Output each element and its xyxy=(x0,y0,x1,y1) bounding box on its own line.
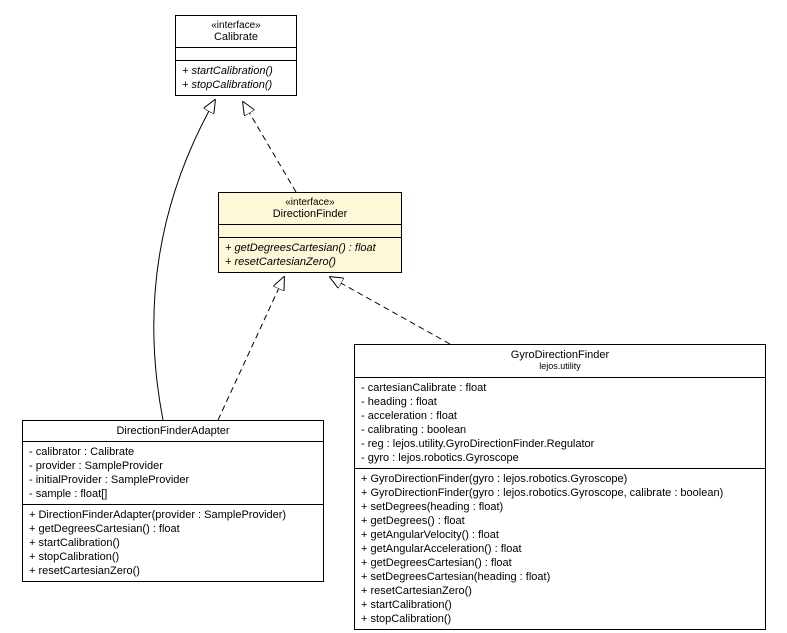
class-gyrodirectionfinder[interactable]: GyroDirectionFinderlejos.utility - carte… xyxy=(354,344,766,630)
attributes: - cartesianCalibrate : float- heading : … xyxy=(355,378,765,469)
class-directionfinder[interactable]: «interface»DirectionFinder + getDegreesC… xyxy=(218,192,402,273)
class-name: DirectionFinder xyxy=(225,208,395,220)
operations: + GyroDirectionFinder(gyro : lejos.robot… xyxy=(355,469,765,629)
class-calibrate[interactable]: «interface»Calibrate + startCalibration(… xyxy=(175,15,297,96)
class-name: Calibrate xyxy=(182,31,290,43)
package: lejos.utility xyxy=(361,361,759,373)
stereotype: «interface» xyxy=(225,197,395,208)
class-name: GyroDirectionFinder xyxy=(361,349,759,361)
stereotype: «interface» xyxy=(182,20,290,31)
attributes: - calibrator : Calibrate- provider : Sam… xyxy=(23,442,323,505)
class-name: DirectionFinderAdapter xyxy=(29,425,317,437)
operations: + DirectionFinderAdapter(provider : Samp… xyxy=(23,505,323,581)
class-directionfinderadapter[interactable]: DirectionFinderAdapter - calibrator : Ca… xyxy=(22,420,324,582)
